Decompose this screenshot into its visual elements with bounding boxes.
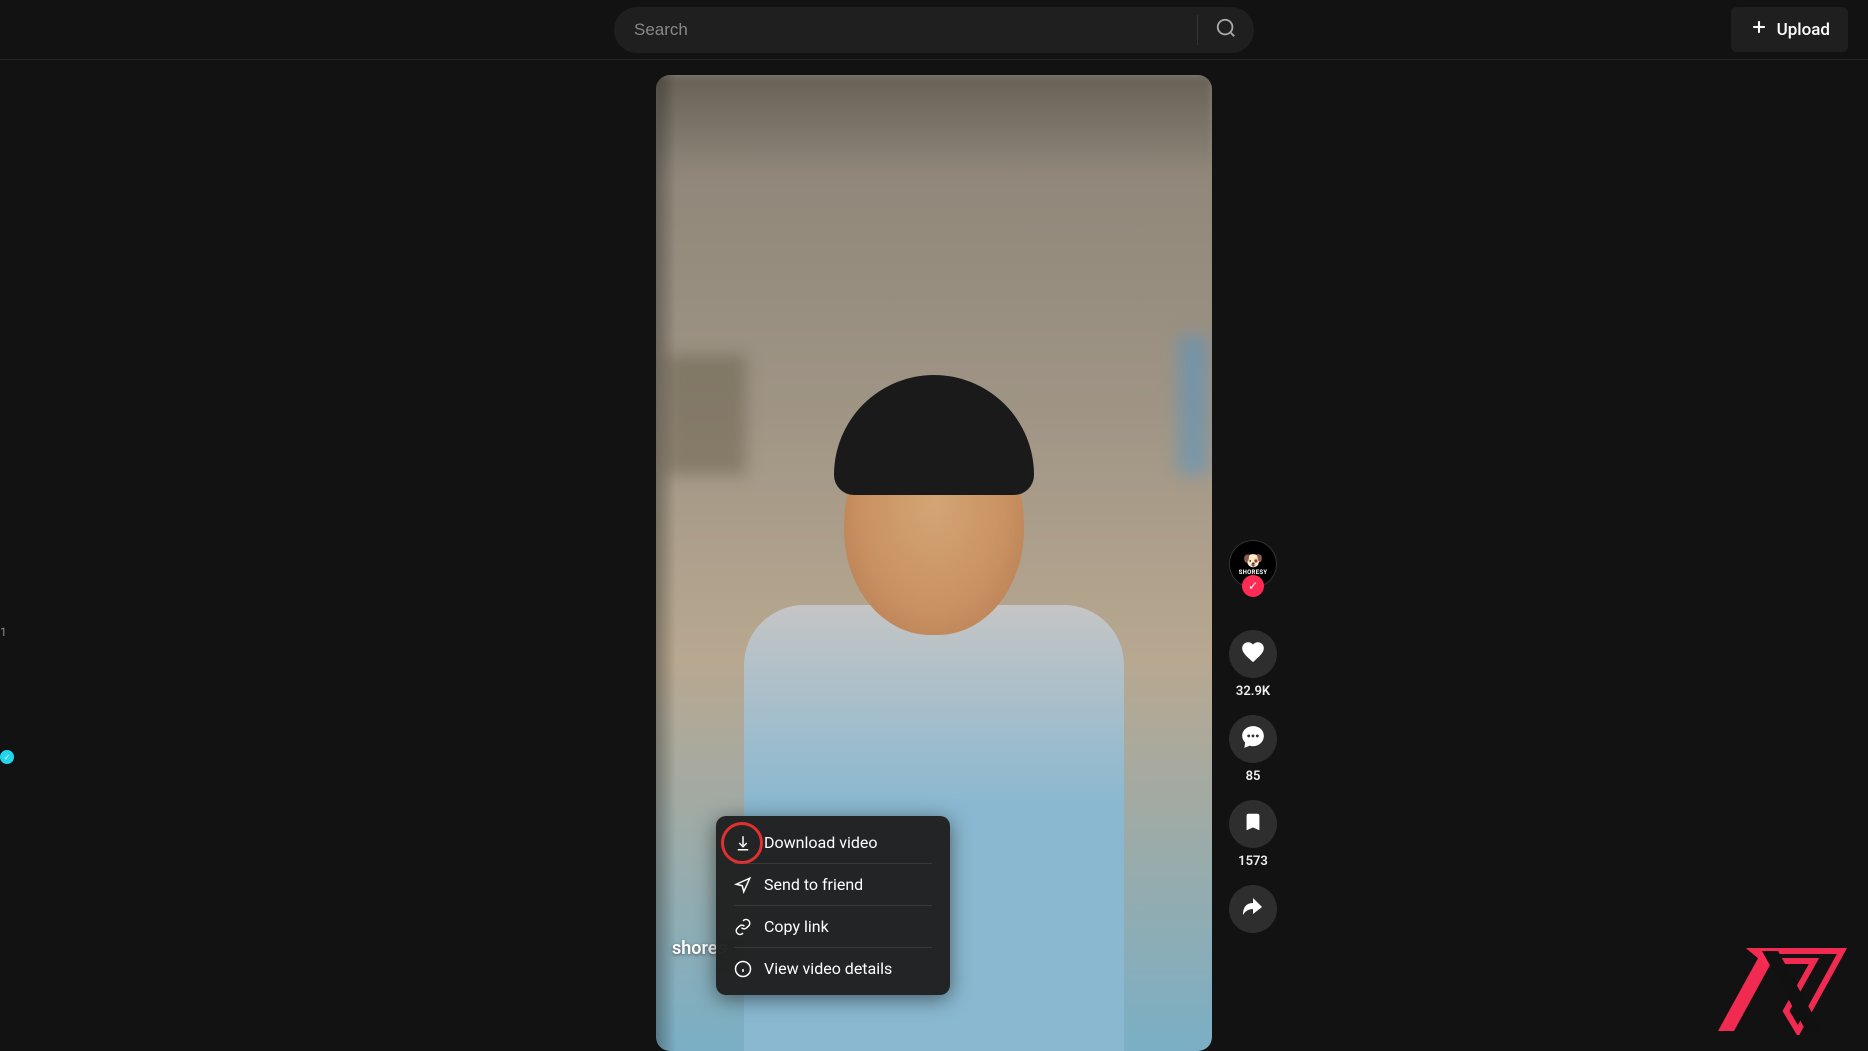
comment-icon	[1240, 724, 1266, 754]
check-icon: ✓	[4, 753, 11, 762]
main-content: 1 ✓ shores	[0, 60, 1868, 1051]
menu-item-download-video[interactable]: Download video	[716, 822, 950, 863]
search-button[interactable]	[1198, 7, 1254, 53]
comment-button[interactable]	[1229, 715, 1277, 763]
upload-label: Upload	[1777, 20, 1830, 40]
bookmark-icon	[1242, 811, 1264, 837]
upload-button[interactable]: Upload	[1731, 7, 1848, 52]
plus-icon	[1749, 17, 1769, 42]
search-input[interactable]	[614, 20, 1197, 40]
like-action: 32.9K	[1229, 630, 1277, 699]
menu-item-label: View video details	[764, 959, 892, 978]
context-menu: Download video Send to friend	[716, 816, 950, 995]
profile-action: 🐶 SHORESY ✓	[1229, 540, 1277, 588]
comment-action: 85	[1229, 715, 1277, 784]
menu-item-view-video-details[interactable]: View video details	[716, 948, 950, 989]
verified-badge-icon: ✓	[0, 750, 14, 764]
check-icon: ✓	[1248, 579, 1258, 593]
menu-item-copy-link[interactable]: Copy link	[716, 906, 950, 947]
following-badge[interactable]: ✓	[1242, 575, 1264, 597]
menu-item-label: Copy link	[764, 917, 829, 936]
send-icon	[734, 876, 752, 894]
download-icon	[734, 834, 752, 852]
save-button[interactable]	[1229, 800, 1277, 848]
avatar-image-icon: 🐶	[1243, 553, 1263, 569]
app-header: Upload	[0, 0, 1868, 60]
like-button[interactable]	[1229, 630, 1277, 678]
search-icon	[1215, 17, 1237, 43]
menu-item-send-to-friend[interactable]: Send to friend	[716, 864, 950, 905]
action-rail: 🐶 SHORESY ✓ 32.9K	[1229, 540, 1277, 933]
info-icon	[734, 960, 752, 978]
profile-avatar[interactable]: 🐶 SHORESY ✓	[1229, 540, 1277, 588]
link-icon	[734, 918, 752, 936]
share-action	[1229, 885, 1277, 933]
share-button[interactable]	[1229, 885, 1277, 933]
menu-item-label: Send to friend	[764, 875, 863, 894]
watermark-logo-icon	[1674, 939, 1850, 1039]
save-count: 1573	[1238, 854, 1268, 869]
comment-count: 85	[1246, 769, 1261, 784]
like-count: 32.9K	[1236, 684, 1270, 699]
menu-item-label: Download video	[764, 833, 877, 852]
search-bar	[614, 7, 1254, 53]
edge-cut-number: 1	[0, 625, 7, 639]
share-icon	[1241, 895, 1265, 923]
video-player[interactable]: shores Download video	[656, 75, 1212, 1051]
video-frame: shores Download video	[656, 75, 1212, 1051]
heart-icon	[1240, 639, 1266, 669]
save-action: 1573	[1229, 800, 1277, 869]
